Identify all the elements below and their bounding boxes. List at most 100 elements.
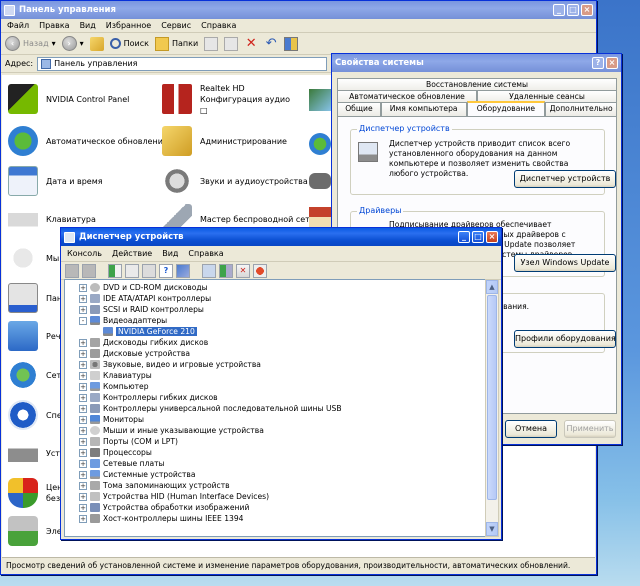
expand-icon[interactable]: + bbox=[79, 283, 87, 292]
view-icon[interactable] bbox=[176, 263, 190, 278]
hardware-profiles-button[interactable]: Профили оборудования bbox=[514, 330, 616, 348]
expand-icon[interactable]: + bbox=[79, 349, 87, 358]
expand-icon[interactable]: + bbox=[79, 305, 87, 314]
help-button[interactable]: ? bbox=[592, 57, 604, 69]
cp-item-mouse[interactable]: Мы bbox=[8, 240, 59, 276]
menu-edit[interactable]: Правка bbox=[39, 21, 69, 30]
expand-icon[interactable]: + bbox=[79, 338, 87, 347]
tree-item[interactable]: + Тома запоминающих устройств bbox=[79, 480, 230, 491]
help-icon[interactable]: ? bbox=[159, 263, 173, 278]
expand-icon[interactable]: + bbox=[79, 503, 87, 512]
tab-computer-name[interactable]: Имя компьютера bbox=[380, 102, 467, 116]
control-panel-titlebar[interactable]: Панель управления _ □ × bbox=[1, 1, 596, 19]
tree-item[interactable]: + DVD и CD-ROM дисководы bbox=[79, 282, 208, 293]
properties-icon[interactable] bbox=[125, 263, 139, 278]
menu-console[interactable]: Консоль bbox=[67, 249, 102, 258]
collapse-icon[interactable]: - bbox=[79, 316, 87, 325]
menu-help[interactable]: Справка bbox=[201, 21, 236, 30]
expand-icon[interactable]: + bbox=[79, 481, 87, 490]
back-button[interactable]: ‹ Назад ▾ bbox=[5, 36, 56, 51]
cp-item-auto-update[interactable]: Автоматическое обновление bbox=[8, 123, 168, 159]
cp-item-speech[interactable]: Речь bbox=[8, 318, 65, 354]
expand-icon[interactable]: + bbox=[79, 514, 87, 523]
system-properties-titlebar[interactable]: Свойства системы ? × bbox=[332, 54, 621, 72]
expand-icon[interactable]: + bbox=[79, 404, 87, 413]
expand-icon[interactable]: + bbox=[79, 492, 87, 501]
minimize-button[interactable]: _ bbox=[458, 231, 470, 243]
menu-help[interactable]: Справка bbox=[188, 249, 223, 258]
expand-icon[interactable]: + bbox=[79, 470, 87, 479]
maximize-button[interactable]: □ bbox=[567, 4, 579, 16]
scroll-up-arrow-icon[interactable]: ▲ bbox=[486, 280, 498, 294]
close-button[interactable]: × bbox=[606, 57, 618, 69]
tree-item[interactable]: + SCSI и RAID контроллеры bbox=[79, 304, 204, 315]
tree-item[interactable]: + Дисководы гибких дисков bbox=[79, 337, 208, 348]
cp-item-power[interactable]: Эле bbox=[8, 513, 62, 549]
scan-hardware-icon[interactable] bbox=[202, 263, 216, 278]
forward-button[interactable]: › ▾ bbox=[61, 36, 84, 51]
vertical-scrollbar[interactable]: ▲ ▼ bbox=[485, 279, 499, 537]
tree-item[interactable]: + Хост-контроллеры шины IEEE 1394 bbox=[79, 513, 244, 524]
tree-item[interactable]: + Контроллеры гибких дисков bbox=[79, 392, 218, 403]
cp-item-date-time[interactable]: Дата и время bbox=[8, 163, 103, 199]
up-folder-icon[interactable] bbox=[89, 36, 104, 51]
menu-view[interactable]: Вид bbox=[162, 249, 178, 258]
update-driver-icon[interactable] bbox=[219, 263, 233, 278]
cp-item-printers[interactable]: Уст bbox=[8, 435, 60, 471]
expand-icon[interactable]: + bbox=[79, 360, 87, 369]
apply-button[interactable]: Применить bbox=[564, 420, 616, 438]
close-button[interactable]: × bbox=[486, 231, 498, 243]
back-icon[interactable] bbox=[65, 263, 79, 278]
move-to-icon[interactable] bbox=[204, 36, 219, 51]
menu-favorites[interactable]: Избранное bbox=[106, 21, 151, 30]
cp-item-realtek[interactable]: Realtek HD Конфигурация аудио □ bbox=[162, 81, 300, 117]
cp-item-network[interactable]: Сет bbox=[8, 357, 61, 393]
tree-item[interactable]: + Сетевые платы bbox=[79, 458, 165, 469]
disable-icon[interactable] bbox=[253, 263, 267, 278]
cp-item-sounds[interactable]: Звуки и аудиоустройства bbox=[162, 163, 308, 199]
expand-icon[interactable]: + bbox=[79, 382, 87, 391]
cp-item-administration[interactable]: Администрирование bbox=[162, 123, 287, 159]
menu-file[interactable]: Файл bbox=[7, 21, 29, 30]
tree-item[interactable]: + Мыши и иные указывающие устройства bbox=[79, 425, 264, 436]
expand-icon[interactable]: + bbox=[79, 294, 87, 303]
scroll-down-arrow-icon[interactable]: ▼ bbox=[486, 522, 498, 536]
expand-icon[interactable]: + bbox=[79, 437, 87, 446]
tree-item-selected[interactable]: NVIDIA GeForce 210 bbox=[103, 326, 197, 337]
tab-advanced[interactable]: Дополнительно bbox=[545, 102, 617, 116]
device-manager-titlebar[interactable]: Диспетчер устройств _ □ × bbox=[61, 228, 501, 246]
cancel-button[interactable]: Отмена bbox=[505, 420, 557, 438]
forward-icon[interactable] bbox=[82, 263, 96, 278]
close-button[interactable]: × bbox=[581, 4, 593, 16]
tree-item[interactable]: + Звуковые, видео и игровые устройства bbox=[79, 359, 261, 370]
menu-action[interactable]: Действие bbox=[112, 249, 152, 258]
tree-item[interactable]: + IDE ATA/ATAPI контроллеры bbox=[79, 293, 211, 304]
tab-hardware[interactable]: Оборудование bbox=[466, 101, 546, 117]
copy-to-icon[interactable] bbox=[224, 36, 239, 51]
address-field[interactable]: Панель управления bbox=[37, 56, 328, 71]
expand-icon[interactable]: + bbox=[79, 459, 87, 468]
tree-item[interactable]: + Устройства HID (Human Interface Devices… bbox=[79, 491, 269, 502]
delete-icon[interactable]: ✕ bbox=[244, 36, 258, 51]
tree-item[interactable]: + Дисковые устройства bbox=[79, 348, 190, 359]
search-button[interactable]: Поиск bbox=[109, 38, 149, 49]
tab-general[interactable]: Общие bbox=[337, 102, 381, 116]
tree-item[interactable]: + Мониторы bbox=[79, 414, 144, 425]
cp-item-taskbar[interactable]: Пан bbox=[8, 280, 62, 316]
cp-item-nvidia[interactable]: NVIDIA Control Panel bbox=[8, 81, 129, 117]
folders-button[interactable]: Папки bbox=[154, 36, 198, 51]
scroll-thumb[interactable] bbox=[487, 295, 497, 500]
expand-icon[interactable]: + bbox=[79, 415, 87, 424]
menu-tools[interactable]: Сервис bbox=[161, 21, 191, 30]
expand-icon[interactable]: + bbox=[79, 426, 87, 435]
expand-icon[interactable]: + bbox=[79, 393, 87, 402]
tree-item[interactable]: + Контроллеры универсальной последователь… bbox=[79, 403, 342, 414]
maximize-button[interactable]: □ bbox=[472, 231, 484, 243]
uninstall-icon[interactable]: ✕ bbox=[236, 263, 250, 278]
windows-update-button[interactable]: Узел Windows Update bbox=[514, 254, 616, 272]
tree-item[interactable]: + Клавиатуры bbox=[79, 370, 152, 381]
expand-icon[interactable]: + bbox=[79, 371, 87, 380]
tree-item[interactable]: + Процессоры bbox=[79, 447, 152, 458]
print-icon[interactable] bbox=[142, 263, 156, 278]
expand-icon[interactable]: + bbox=[79, 448, 87, 457]
